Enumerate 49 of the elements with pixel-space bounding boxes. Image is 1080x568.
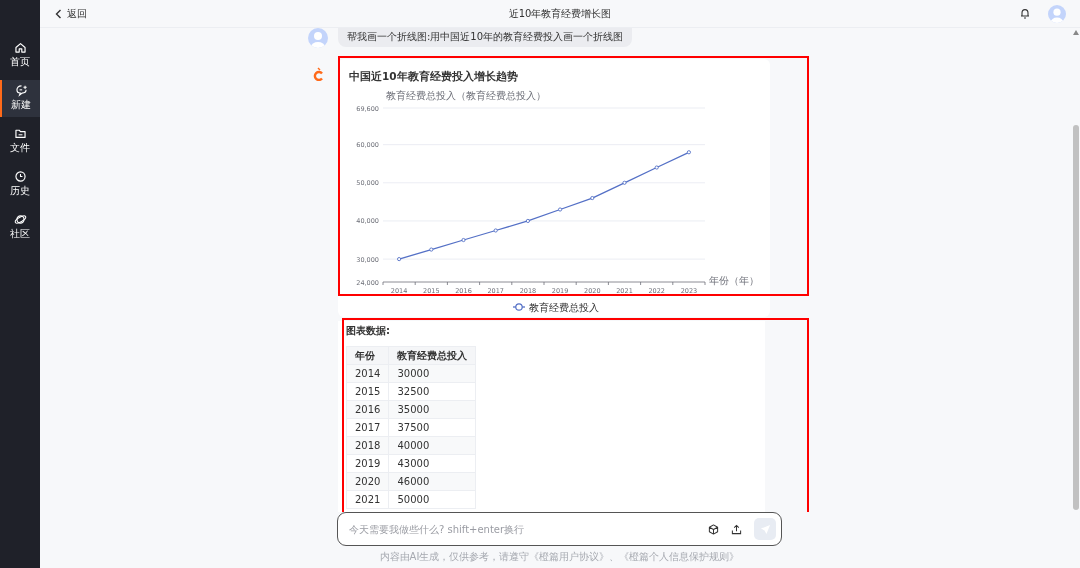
legend-marker-icon[interactable] (512, 303, 526, 311)
data-point (525, 218, 530, 223)
cube-icon[interactable] (708, 523, 719, 535)
data-point (429, 247, 434, 252)
data-point (461, 238, 466, 243)
scrollbar-thumb[interactable] (1073, 125, 1079, 510)
data-point (558, 207, 563, 212)
bell-icon[interactable] (1020, 8, 1030, 19)
data-point (590, 196, 595, 201)
chart-title: 中国近10年教育经费投入增长趋势 (349, 70, 518, 82)
home-icon (13, 41, 27, 54)
message-field[interactable]: 今天需要我做些什么? shift+enter换行 (337, 512, 782, 546)
page-title: 近10年教育经费增长图 (508, 7, 612, 19)
scroll-up-icon[interactable] (1073, 30, 1079, 35)
message-input[interactable]: 今天需要我做些什么? shift+enter换行 (347, 522, 696, 536)
chat-plus-icon (14, 84, 28, 97)
sidebar-item[interactable]: 新建 (0, 80, 40, 117)
sidebar-item[interactable]: 文件 (0, 123, 40, 160)
back-button[interactable]: 返回 (55, 6, 87, 21)
data-point (686, 150, 691, 155)
planet-icon (13, 213, 27, 226)
data-point (654, 165, 659, 170)
table-cell: 43000 (388, 454, 476, 473)
chevron-left-icon (55, 8, 62, 19)
table-cell: 2019 (346, 454, 389, 473)
folder-icon (13, 127, 27, 140)
axis-title: 年份（年） (709, 275, 759, 286)
axis-title: 教育经费总投入（教育经费总投入） (386, 90, 546, 101)
sidebar-item[interactable]: 历史 (0, 166, 40, 203)
logo-icon (312, 67, 324, 81)
table-cell: 2017 (346, 418, 389, 437)
table-cell: 32500 (388, 382, 476, 401)
data-point (493, 228, 498, 233)
disclaimer-text: 内容由AI生成，仅供参考，请遵守《橙篇用户协议》、《橙篇个人信息保护规则》 (379, 551, 740, 562)
upload-icon[interactable] (731, 523, 742, 535)
table-cell: 2015 (346, 382, 389, 401)
column-header: 教育经费总投入 (388, 346, 476, 365)
sidebar-item[interactable]: 社区 (0, 209, 40, 246)
clock-icon (13, 170, 27, 183)
table-caption: 图表数据: (346, 324, 390, 338)
legend-label[interactable]: 教育经费总投入 (529, 301, 599, 313)
data-point (397, 257, 402, 262)
table-cell: 37500 (388, 418, 476, 437)
user-message: 帮我画一个折线图:用中国近10年的教育经费投入画一个折线图 (338, 28, 633, 47)
table-cell: 50000 (388, 490, 476, 509)
data-point (622, 180, 627, 185)
column-header: 年份 (346, 346, 389, 365)
table-cell: 2021 (346, 490, 389, 509)
sidebar-item[interactable]: 首页 (0, 37, 40, 74)
